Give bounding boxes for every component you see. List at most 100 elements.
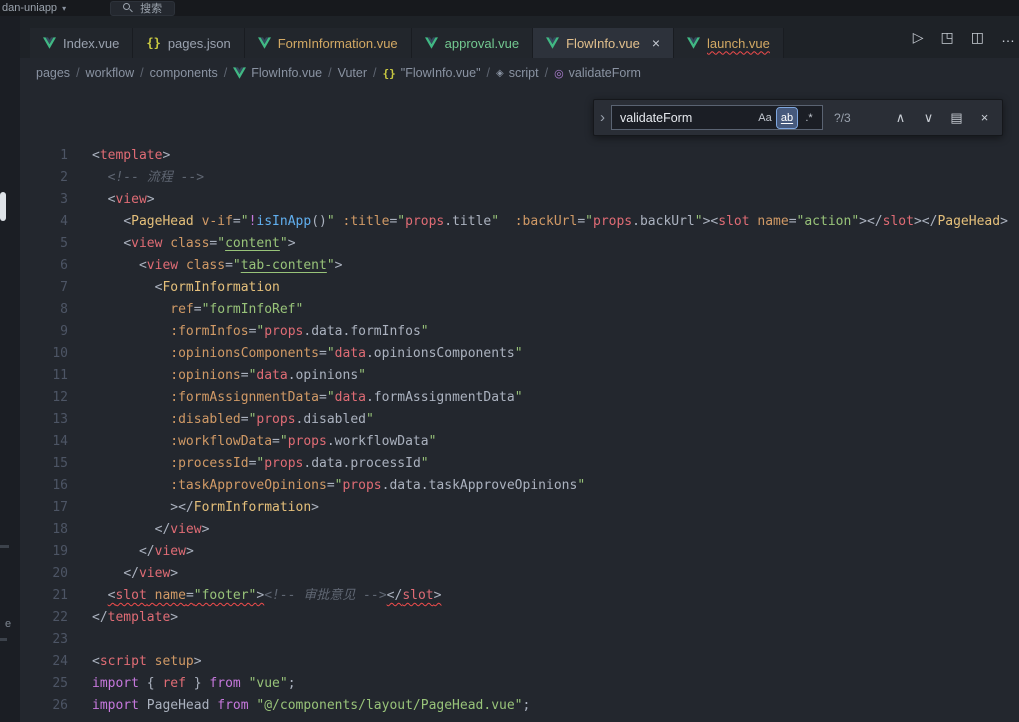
run-button[interactable]: ▷ (913, 30, 924, 44)
workspace-switcher[interactable]: dan-uniapp ▾ (2, 2, 66, 14)
line-number[interactable]: 6 (20, 255, 92, 277)
find-previous-button[interactable]: ∧ (890, 107, 911, 128)
vscode-window: dan-uniapp ▾ 搜索 e Index.vue {} pages.json F… (0, 0, 1019, 722)
code-line-12[interactable]: 12 :formAssignmentData="data.formAssignm… (20, 387, 1019, 409)
code-line-24[interactable]: 24<script setup> (20, 651, 1019, 673)
match-case-button[interactable]: Aa (755, 108, 775, 128)
line-number[interactable]: 26 (20, 695, 92, 717)
line-number[interactable]: 21 (20, 585, 92, 607)
code-line-25[interactable]: 25import { ref } from "vue"; (20, 673, 1019, 695)
breadcrumb-item-pages[interactable]: pages (36, 66, 70, 80)
command-center-search[interactable]: 搜索 (110, 1, 175, 16)
tab-Index.vue[interactable]: Index.vue (30, 28, 133, 58)
line-number[interactable]: 4 (20, 211, 92, 233)
code-line-9[interactable]: 9 :formInfos="props.data.formInfos" (20, 321, 1019, 343)
breadcrumb-item-components[interactable]: components (150, 66, 218, 80)
tab-FormInformation.vue[interactable]: FormInformation.vue (245, 28, 412, 58)
tab-close-icon[interactable]: × (652, 36, 660, 50)
whole-word-button[interactable]: ab (777, 108, 797, 128)
line-number[interactable]: 3 (20, 189, 92, 211)
find-close-button[interactable]: × (974, 107, 995, 128)
line-number[interactable]: 5 (20, 233, 92, 255)
line-number[interactable]: 13 (20, 409, 92, 431)
sidebar-partial-text: e (5, 618, 11, 630)
tab-pages.json[interactable]: {} pages.json (133, 28, 244, 58)
code-editor[interactable]: › validateForm Aa ab .* ?/3 ∧ ∨ ▤ × 1<te… (20, 88, 1019, 722)
find-next-button[interactable]: ∨ (918, 107, 939, 128)
code-line-7[interactable]: 7 <FormInformation (20, 277, 1019, 299)
line-number[interactable]: 11 (20, 365, 92, 387)
tab-list: Index.vue {} pages.json FormInformation.vue… (30, 28, 784, 58)
code-line-19[interactable]: 19 </view> (20, 541, 1019, 563)
line-number[interactable]: 12 (20, 387, 92, 409)
tab-launch.vue[interactable]: launch.vue (674, 28, 784, 58)
code-line-3[interactable]: 3 <view> (20, 189, 1019, 211)
code-line-13[interactable]: 13 :disabled="props.disabled" (20, 409, 1019, 431)
tab-label: pages.json (168, 36, 231, 51)
code-line-14[interactable]: 14 :workflowData="props.workflowData" (20, 431, 1019, 453)
more-actions-button[interactable]: … (1001, 30, 1015, 44)
tab-approval.vue[interactable]: approval.vue (412, 28, 533, 58)
line-number[interactable]: 1 (20, 145, 92, 167)
code-text: <script setup> (92, 651, 202, 673)
breadcrumb-item-FlowInfo.vue[interactable]: {}"FlowInfo.vue" (383, 66, 481, 80)
code-line-22[interactable]: 22</template> (20, 607, 1019, 629)
code-line-17[interactable]: 17 ></FormInformation> (20, 497, 1019, 519)
find-input[interactable]: validateForm Aa ab .* (611, 105, 823, 130)
activity-bar-indicator[interactable] (0, 192, 6, 221)
regex-button[interactable]: .* (799, 108, 819, 128)
code-line-5[interactable]: 5 <view class="content"> (20, 233, 1019, 255)
line-number[interactable]: 14 (20, 431, 92, 453)
line-number[interactable]: 2 (20, 167, 92, 189)
breadcrumb-item-Vuter[interactable]: Vuter (338, 66, 367, 80)
line-number[interactable]: 9 (20, 321, 92, 343)
code-line-18[interactable]: 18 </view> (20, 519, 1019, 541)
breadcrumb-item-validateForm[interactable]: ◎validateForm (554, 66, 641, 80)
code-line-20[interactable]: 20 </view> (20, 563, 1019, 585)
line-number[interactable]: 19 (20, 541, 92, 563)
line-number[interactable]: 23 (20, 629, 92, 651)
tab-FlowInfo.vue[interactable]: FlowInfo.vue× (533, 28, 674, 58)
code-line-23[interactable]: 23 (20, 629, 1019, 651)
code-line-2[interactable]: 2 <!-- 流程 --> (20, 167, 1019, 189)
breadcrumb-item-workflow[interactable]: workflow (86, 66, 135, 80)
find-in-selection-icon[interactable]: ▤ (946, 107, 967, 128)
code-line-10[interactable]: 10 :opinionsComponents="data.opinionsCom… (20, 343, 1019, 365)
line-number[interactable]: 22 (20, 607, 92, 629)
code-line-1[interactable]: 1<template> (20, 145, 1019, 167)
open-changes-button[interactable]: ◳ (941, 30, 954, 44)
code-line-21[interactable]: 21 <slot name="footer"><!-- 审批意见 --></sl… (20, 585, 1019, 607)
line-number[interactable]: 25 (20, 673, 92, 695)
breadcrumb-label: workflow (86, 66, 135, 80)
breadcrumb-separator: / (373, 66, 376, 80)
line-number[interactable]: 7 (20, 277, 92, 299)
line-number[interactable]: 24 (20, 651, 92, 673)
breadcrumb-item-script[interactable]: ◈script (496, 66, 539, 80)
breadcrumb-label: script (509, 66, 539, 80)
code-line-4[interactable]: 4 <PageHead v-if="!isInApp()" :title="pr… (20, 211, 1019, 233)
sidebar-fragment (0, 545, 9, 548)
split-editor-button[interactable]: ◫ (971, 30, 984, 44)
find-options: Aa ab .* (755, 108, 819, 128)
code-text: :disabled="props.disabled" (92, 409, 374, 431)
line-number[interactable]: 18 (20, 519, 92, 541)
code-line-11[interactable]: 11 :opinions="data.opinions" (20, 365, 1019, 387)
code-line-16[interactable]: 16 :taskApproveOpinions="props.data.task… (20, 475, 1019, 497)
code-text: :processId="props.data.processId" (92, 453, 429, 475)
code-lines[interactable]: 1<template>2 <!-- 流程 -->3 <view>4 <PageH… (20, 145, 1019, 717)
code-text: :opinionsComponents="data.opinionsCompon… (92, 343, 523, 365)
line-number[interactable]: 16 (20, 475, 92, 497)
line-number[interactable]: 10 (20, 343, 92, 365)
code-line-26[interactable]: 26import PageHead from "@/components/lay… (20, 695, 1019, 717)
code-line-8[interactable]: 8 ref="formInfoRef" (20, 299, 1019, 321)
code-line-6[interactable]: 6 <view class="tab-content"> (20, 255, 1019, 277)
breadcrumb-item-FlowInfo.vue[interactable]: FlowInfo.vue (233, 66, 322, 80)
code-line-15[interactable]: 15 :processId="props.data.processId" (20, 453, 1019, 475)
line-number[interactable]: 15 (20, 453, 92, 475)
line-number[interactable]: 17 (20, 497, 92, 519)
toggle-replace-chevron-icon[interactable]: › (594, 100, 611, 135)
find-result-count: ?/3 (834, 111, 851, 125)
line-number[interactable]: 20 (20, 563, 92, 585)
line-number[interactable]: 8 (20, 299, 92, 321)
json-icon: {} (146, 36, 160, 50)
